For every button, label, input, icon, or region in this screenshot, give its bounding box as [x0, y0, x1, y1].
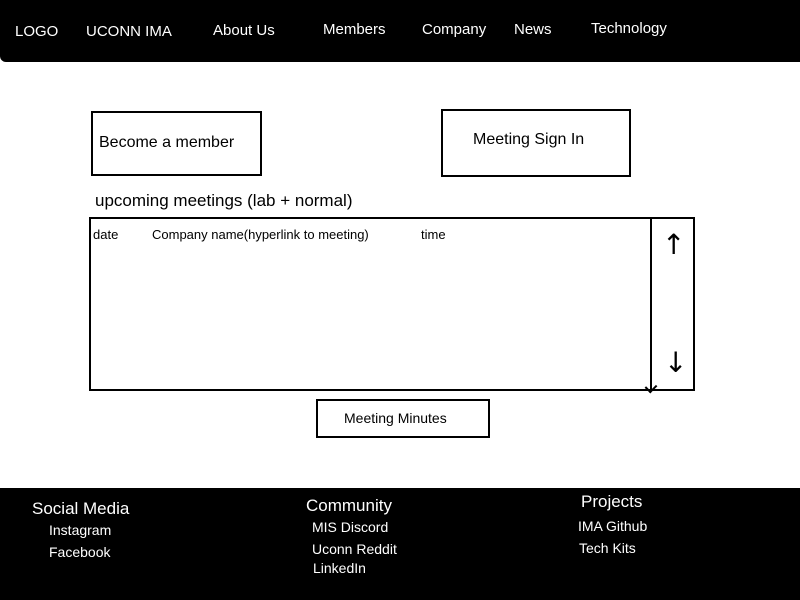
meeting-sign-in-button[interactable]: Meeting Sign In — [441, 109, 631, 177]
nav-news[interactable]: News — [514, 21, 552, 39]
become-member-button[interactable]: Become a member — [91, 111, 262, 176]
upcoming-meetings-title: upcoming meetings (lab + normal) — [95, 191, 353, 210]
footer-link-instagram[interactable]: Instagram — [49, 522, 111, 538]
become-member-label: Become a member — [99, 134, 235, 151]
scrollbar-track[interactable] — [650, 217, 652, 389]
nav-members[interactable]: Members — [323, 21, 386, 39]
meeting-minutes-label: Meeting Minutes — [344, 410, 447, 426]
footer-link-uconn-reddit[interactable]: Uconn Reddit — [312, 541, 397, 557]
footer-link-mis-discord[interactable]: MIS Discord — [312, 519, 388, 535]
brand-title[interactable]: UCONN IMA — [86, 23, 172, 41]
footer: Social Media Instagram Facebook Communit… — [0, 488, 800, 600]
footer-heading-community: Community — [306, 496, 392, 515]
scrollbar-tip-icon — [644, 380, 658, 394]
footer-link-tech-kits[interactable]: Tech Kits — [579, 540, 636, 556]
logo[interactable]: LOGO — [15, 23, 58, 41]
scroll-down-arrow-icon[interactable]: ↓ — [664, 349, 687, 377]
footer-link-linkedin[interactable]: LinkedIn — [313, 560, 366, 576]
meeting-sign-in-label: Meeting Sign In — [473, 131, 585, 148]
column-time: time — [421, 227, 446, 242]
meeting-minutes-button[interactable]: Meeting Minutes — [316, 399, 490, 438]
nav-company[interactable]: Company — [422, 21, 486, 39]
upcoming-meetings-table: date Company name(hyperlink to meeting) … — [89, 217, 695, 394]
column-date: date — [93, 227, 119, 242]
nav-technology[interactable]: Technology — [591, 20, 667, 38]
top-nav-bar: LOGO UCONN IMA About Us Members Company … — [0, 0, 800, 62]
footer-heading-social-media: Social Media — [32, 499, 130, 518]
column-company-name: Company name(hyperlink to meeting) — [152, 227, 369, 242]
nav-about-us[interactable]: About Us — [213, 22, 275, 40]
footer-link-ima-github[interactable]: IMA Github — [578, 518, 647, 534]
footer-link-facebook[interactable]: Facebook — [49, 544, 110, 560]
scroll-up-arrow-icon[interactable]: ↑ — [662, 231, 685, 259]
footer-heading-projects: Projects — [581, 492, 643, 511]
